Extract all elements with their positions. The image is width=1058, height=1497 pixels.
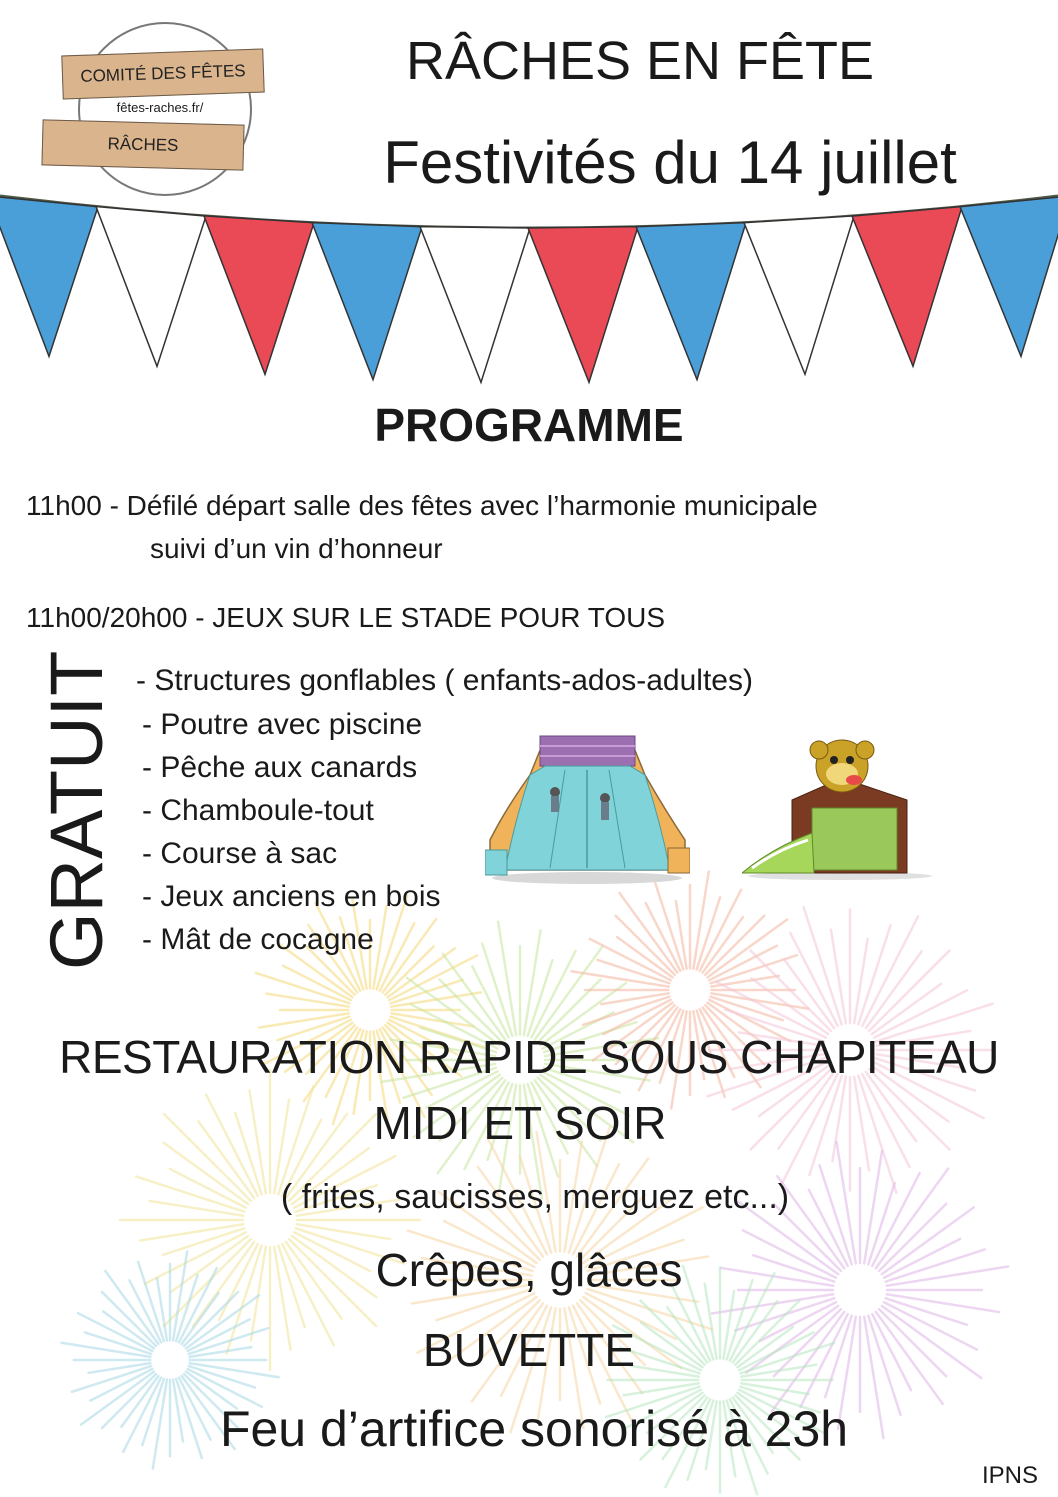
- inflatable-slide-image: [485, 735, 690, 884]
- programme-item-parade-cont: suivi d’un vin d’honneur: [150, 533, 443, 564]
- logo-website: fêtes-raches.fr/: [116, 100, 204, 115]
- logo-top-text: COMITÉ DES FÊTES: [80, 61, 246, 86]
- food-line-6: Feu d’artifice sonorisé à 23h: [219, 1401, 849, 1457]
- pennant-blue: [310, 221, 424, 382]
- programme-item-games: 11h00/20h00 - JEUX SUR LE STADE POUR TOU…: [26, 602, 666, 633]
- activity-item: - Mât de cocagne: [142, 923, 374, 956]
- logo-bottom-text: RÂCHES: [107, 134, 179, 155]
- pennant-red: [850, 205, 964, 369]
- event-subtitle: Festivités du 14 juillet: [383, 129, 957, 196]
- inflatable-monkey-image: [742, 739, 932, 880]
- food-line-3: ( frites, saucisses, merguez etc...): [280, 1178, 790, 1216]
- food-line-5: BUVETTE: [422, 1324, 636, 1376]
- pennant-red: [202, 215, 316, 377]
- pennant-blue: [0, 196, 100, 359]
- pennant-white: [94, 205, 208, 369]
- gratuit-label: GRATUIT: [35, 650, 118, 970]
- logo-top-ribbon: COMITÉ DES FÊTES: [61, 48, 265, 100]
- event-title: RÂCHES EN FÊTE: [405, 31, 875, 91]
- pennant-white: [742, 215, 856, 377]
- food-line-2: MIDI ET SOIR: [373, 1097, 667, 1149]
- activity-item: - Structures gonflables ( enfants-ados-a…: [136, 664, 753, 697]
- programme-heading: PROGRAMME: [374, 399, 684, 451]
- bunting-garland: [0, 194, 1058, 385]
- pennant-blue: [958, 196, 1058, 359]
- logo-bottom-ribbon: RÂCHES: [41, 119, 245, 171]
- pennant-white: [418, 225, 532, 385]
- activity-item: - Jeux anciens en bois: [142, 880, 441, 913]
- firework-burst: [604, 1264, 836, 1496]
- programme-item-parade: 11h00 - Défilé départ salle des fêtes av…: [26, 490, 818, 521]
- food-line-4: Crêpes, glâces: [375, 1244, 683, 1296]
- pennant-blue: [634, 221, 748, 382]
- pennant-red: [526, 225, 640, 385]
- ipns-label: IPNS: [982, 1462, 1039, 1489]
- food-line-1: RESTAURATION RAPIDE SOUS CHAPITEAU: [59, 1031, 999, 1083]
